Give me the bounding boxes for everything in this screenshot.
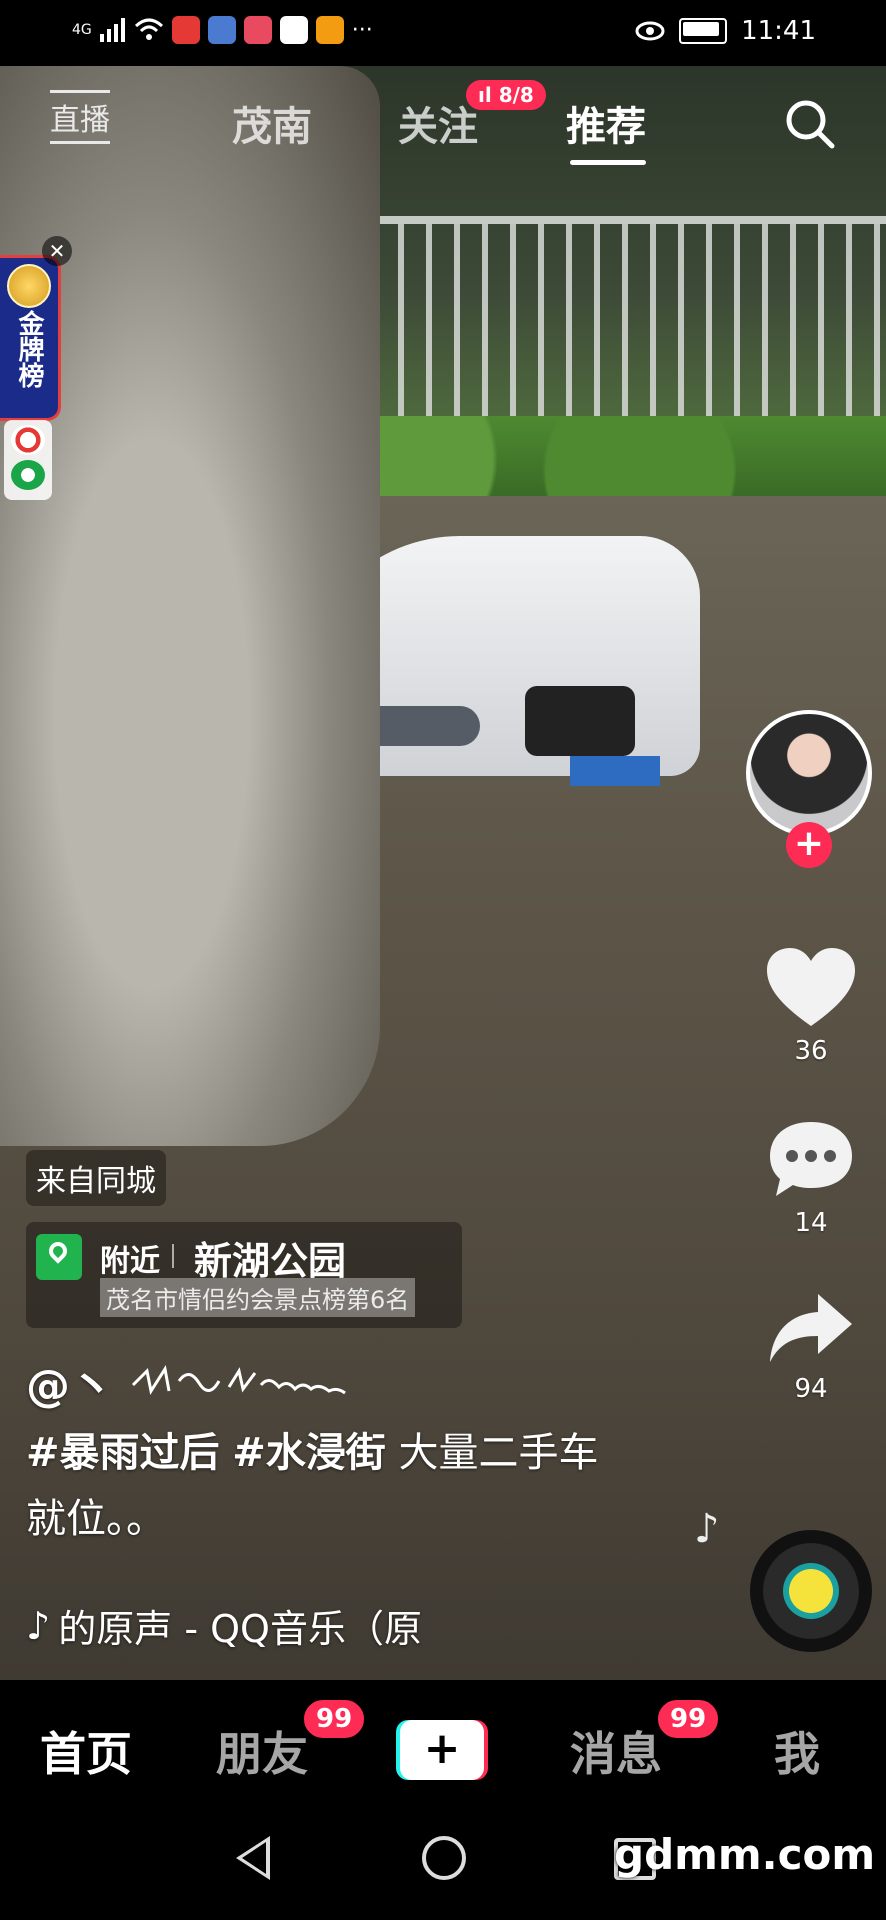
music-title: 的原声 - QQ音乐（原 xyxy=(58,1607,422,1651)
friends-badge: 99 xyxy=(302,1698,367,1740)
top-nav: 直播 茂南 关注 ıl 8/8 推荐 xyxy=(0,80,886,170)
poi-separator xyxy=(172,1244,174,1268)
poi-rank: 茂名市情侣约会景点榜第6名 xyxy=(100,1278,416,1317)
tab-recommended[interactable]: 推荐 xyxy=(566,94,646,152)
video-caption: #暴雨过后 #水浸街 大量二手车就位。。 xyxy=(26,1420,606,1552)
gold-medal-icon xyxy=(7,264,51,308)
heart-icon xyxy=(767,948,855,1026)
car-grille xyxy=(525,686,635,756)
clock: 11:41 xyxy=(741,16,816,46)
poi-card[interactable]: 附近 新湖公园 茂名市情侣约会景点榜第6名 xyxy=(26,1222,462,1328)
comment-button[interactable]: 14 xyxy=(746,1118,876,1238)
more-notifications-icon: ··· xyxy=(351,17,373,43)
hashtag-2[interactable]: #水浸街 xyxy=(232,1430,386,1476)
car-plate xyxy=(570,756,660,786)
wifi-icon xyxy=(134,18,163,40)
back-icon[interactable] xyxy=(236,1836,270,1880)
tab-local[interactable]: 茂南 xyxy=(232,94,312,152)
author-avatar[interactable] xyxy=(746,710,872,836)
comment-count: 14 xyxy=(794,1208,828,1238)
poi-name: 新湖公园 xyxy=(194,1239,347,1283)
location-pin-icon xyxy=(36,1234,82,1280)
like-count: 36 xyxy=(794,1036,828,1066)
nav-messages[interactable]: 消息 xyxy=(570,1718,662,1784)
action-rail: + 36 14 94 xyxy=(746,710,876,1404)
app-notification-icon-4 xyxy=(279,16,308,44)
medal-promo-banner[interactable]: 金牌榜 xyxy=(0,255,61,421)
music-note-icon: ♪ xyxy=(694,1506,720,1552)
create-button[interactable]: + xyxy=(396,1720,488,1780)
author-handle: @丶 xyxy=(26,1361,114,1412)
nav-friends[interactable]: 朋友 xyxy=(216,1718,308,1784)
active-tab-indicator xyxy=(570,160,646,165)
music-cover-icon xyxy=(783,1563,839,1619)
sponsor-logos xyxy=(4,420,52,500)
network-label: 4G xyxy=(72,22,92,38)
scene-fence xyxy=(320,216,886,424)
olympic-logo-icon xyxy=(11,425,45,455)
nav-me[interactable]: 我 xyxy=(774,1718,820,1784)
signal-icon xyxy=(99,18,125,42)
share-button[interactable]: 94 xyxy=(746,1290,876,1404)
same-city-tag: 来自同城 xyxy=(26,1150,166,1206)
share-count: 94 xyxy=(794,1374,828,1404)
app-notification-icon-3 xyxy=(243,16,272,44)
app-notification-icon-1 xyxy=(171,16,200,44)
author-handwritten-name xyxy=(132,1364,347,1395)
like-button[interactable]: 36 xyxy=(746,946,876,1066)
messages-badge: 99 xyxy=(656,1698,721,1740)
live-bars-icon: ıl xyxy=(478,83,499,107)
close-icon[interactable]: ✕ xyxy=(42,236,72,266)
home-icon[interactable] xyxy=(422,1836,466,1880)
medal-promo-label: 金牌榜 xyxy=(14,310,44,388)
battery-icon xyxy=(679,18,728,44)
scene-tree-trunk xyxy=(0,66,380,1146)
status-bar: 4G ··· 11:41 xyxy=(0,0,886,66)
nav-home[interactable]: 首页 xyxy=(40,1718,132,1784)
author-name[interactable]: @丶 xyxy=(26,1350,349,1414)
follow-plus-button[interactable]: + xyxy=(786,822,832,868)
app-notification-icon-2 xyxy=(207,16,236,44)
eye-icon xyxy=(635,21,665,41)
tab-following[interactable]: 关注 xyxy=(398,94,478,152)
live-button[interactable]: 直播 xyxy=(50,90,110,144)
music-disc-button[interactable] xyxy=(750,1530,872,1652)
app-notification-icon-5 xyxy=(315,16,344,44)
following-badge: ıl 8/8 xyxy=(466,80,546,110)
sponsor-logo-icon xyxy=(11,460,45,490)
bottom-nav: 首页 朋友 99 + 消息 99 我 xyxy=(0,1680,886,1800)
poi-nearby-label: 附近 xyxy=(100,1244,160,1279)
comment-icon xyxy=(770,1122,852,1196)
following-badge-count: 8/8 xyxy=(498,83,534,107)
share-icon xyxy=(770,1294,852,1362)
hashtag-1[interactable]: #暴雨过后 xyxy=(26,1430,220,1476)
watermark: gdmm.com xyxy=(614,1830,876,1879)
music-marquee[interactable]: ♪ 的原声 - QQ音乐（原 xyxy=(26,1598,466,1653)
plus-icon: + xyxy=(400,1720,484,1780)
music-note-small-icon: ♪ xyxy=(26,1603,51,1648)
search-icon[interactable] xyxy=(782,96,838,152)
